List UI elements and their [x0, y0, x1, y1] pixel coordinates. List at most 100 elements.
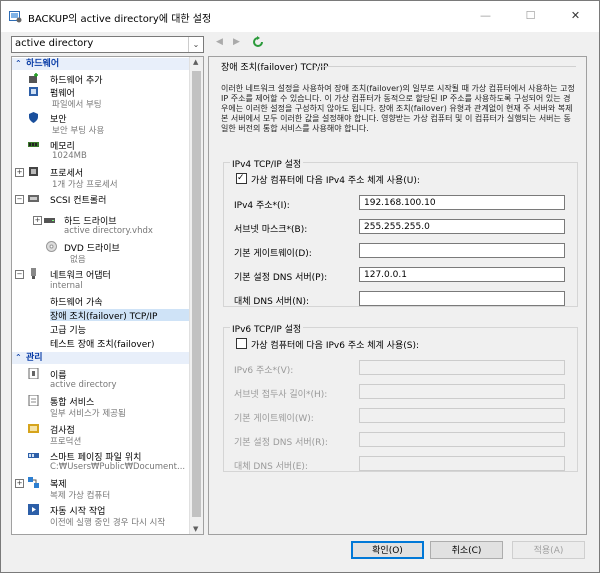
- settings-tree[interactable]: ⌃ 하드웨어 하드웨어 추가 펌웨어 파일에서 부팅 보안 보안 부팅 사용 메…: [11, 56, 204, 535]
- default-gateway-input[interactable]: [359, 243, 565, 258]
- ipv6-enable-label: 가상 컴퓨터에 다음 IPv6 주소 체계 사용(S):: [251, 341, 419, 351]
- ipv6-preferred-dns-input[interactable]: [359, 432, 565, 447]
- hard-drive-icon: [44, 218, 55, 223]
- cancel-button[interactable]: 취소(C): [430, 541, 503, 559]
- ipv6-group: IPv6 TCP/IP 설정 가상 컴퓨터에 다음 IPv6 주소 체계 사용(…: [223, 322, 578, 472]
- hardware-header-label: 하드웨어: [26, 59, 60, 69]
- scroll-up-icon[interactable]: ▲: [193, 58, 198, 66]
- tree-sub-processor: 1개 가상 프로세서: [52, 180, 118, 190]
- ok-button[interactable]: 확인(O): [351, 541, 424, 559]
- subnet-mask-input[interactable]: 255.255.255.0: [359, 219, 565, 234]
- refresh-icon[interactable]: [252, 36, 264, 48]
- ipv4-group: IPv4 TCP/IP 설정 가상 컴퓨터에 다음 IPv4 주소 체계 사용(…: [223, 157, 578, 307]
- ipv6-preferred-dns-label: 기본 설정 DNS 서버(R):: [234, 438, 328, 448]
- panel-title: 장애 조치(failover) TCP/IP: [221, 63, 329, 73]
- header-divider: [314, 66, 576, 67]
- processor-icon: [29, 167, 38, 176]
- scsi-controller-icon: [28, 195, 39, 202]
- tree-sub-integration-services: 일부 서비스가 제공됨: [50, 409, 126, 419]
- tree-item-failover-tcpip[interactable]: 장애 조치(failover) TCP/IP: [50, 309, 157, 322]
- tree-item-hardware-acceleration[interactable]: 하드웨어 가속: [50, 295, 103, 308]
- network-adapter-icon: [31, 268, 36, 279]
- tree-sub-hard-drive: active directory.vhdx: [64, 226, 153, 236]
- management-header-label: 관리: [26, 353, 43, 363]
- tree-item-add-hardware[interactable]: 하드웨어 추가: [50, 73, 103, 86]
- chevron-down-icon[interactable]: ⌄: [188, 37, 203, 52]
- tree-sub-replication: 복제 가상 컴퓨터: [50, 491, 111, 501]
- prefix-length-input[interactable]: [359, 384, 565, 399]
- replication-icon: [28, 477, 39, 488]
- tree-sub-smart-paging: C:₩Users₩Public₩Document...: [50, 462, 186, 472]
- ipv6-address-label: IPv6 주소*(V):: [234, 366, 294, 376]
- ipv6-group-title: IPv6 TCP/IP 설정: [230, 322, 304, 335]
- panel-header: 장애 조치(failover) TCP/IP: [209, 57, 586, 73]
- minimize-button[interactable]: —: [463, 1, 508, 31]
- ipv4-enable-label: 가상 컴퓨터에 다음 IPv4 주소 체계 사용(U):: [251, 176, 420, 186]
- tree-sub-checkpoints: 프로덕션: [50, 437, 82, 447]
- tree-scrollbar[interactable]: ▲ ▼: [189, 57, 203, 534]
- integration-services-icon: [28, 395, 39, 406]
- tree-scrollbar-thumb[interactable]: [192, 71, 201, 517]
- ipv4-enable-checkbox[interactable]: [236, 173, 247, 184]
- chevron-up-icon: ⌃: [15, 59, 22, 68]
- expand-replication-toggle[interactable]: +: [15, 479, 24, 488]
- tree-item-network-adapter[interactable]: 네트워크 어댑터: [50, 268, 111, 281]
- title-bar: BACKUP의 active directory에 대한 설정 — ☐ ✕: [1, 1, 599, 32]
- ipv6-address-input[interactable]: [359, 360, 565, 375]
- memory-icon: [28, 142, 39, 147]
- vm-select-value: active directory: [15, 38, 94, 49]
- expand-processor-toggle[interactable]: +: [15, 168, 24, 177]
- auto-start-icon: [28, 504, 39, 515]
- maximize-button[interactable]: ☐: [508, 1, 553, 31]
- tree-sub-firmware: 파일에서 부팅: [52, 100, 102, 110]
- ipv4-address-input[interactable]: 192.168.100.10: [359, 195, 565, 210]
- expand-hard-drive-toggle[interactable]: +: [33, 216, 42, 225]
- collapse-scsi-toggle[interactable]: −: [15, 195, 24, 204]
- subnet-mask-label: 서브넷 마스크*(B):: [234, 225, 308, 235]
- tree-item-test-failover[interactable]: 테스트 장애 조치(failover): [50, 337, 154, 350]
- vm-select-dropdown[interactable]: active directory ⌄: [11, 36, 204, 53]
- default-gateway-label: 기본 게이트웨이(D):: [234, 249, 312, 259]
- apply-button[interactable]: 적용(A): [512, 541, 585, 559]
- panel-description: 이러한 네트워크 설정을 사용하여 장애 조치(failover)의 일부로 시…: [221, 84, 575, 133]
- vm-settings-icon: [9, 11, 22, 23]
- forward-button[interactable]: ▶: [233, 37, 240, 47]
- scroll-down-icon[interactable]: ▼: [193, 525, 198, 533]
- ipv4-address-label: IPv4 주소*(I):: [234, 201, 290, 211]
- dvd-drive-icon: [46, 241, 57, 252]
- tree-item-scsi-controller[interactable]: SCSI 컨트롤러: [50, 193, 106, 206]
- close-button[interactable]: ✕: [553, 1, 598, 31]
- ipv6-alternate-dns-input[interactable]: [359, 456, 565, 471]
- firmware-icon: [29, 87, 38, 96]
- checkpoint-icon: [28, 424, 39, 433]
- ipv4-group-title: IPv4 TCP/IP 설정: [230, 157, 304, 170]
- alternate-dns-input[interactable]: [359, 291, 565, 306]
- tree-sub-network-adapter: internal: [50, 281, 83, 291]
- alternate-dns-label: 대체 DNS 서버(N):: [234, 297, 310, 307]
- smart-paging-icon: [28, 453, 39, 458]
- collapse-network-adapter-toggle[interactable]: −: [15, 270, 24, 279]
- management-section-header[interactable]: ⌃ 관리: [12, 352, 189, 364]
- settings-detail-panel: 장애 조치(failover) TCP/IP 이러한 네트워크 설정을 사용하여…: [208, 56, 587, 535]
- preferred-dns-label: 기본 설정 DNS 서버(P):: [234, 273, 328, 283]
- shield-icon: [29, 112, 38, 123]
- tree-sub-memory: 1024MB: [52, 151, 87, 161]
- ipv6-enable-checkbox[interactable]: [236, 338, 247, 349]
- tree-sub-auto-start: 이전에 실행 중인 경우 다시 시작: [50, 518, 166, 528]
- tree-sub-dvd-drive: 없음: [70, 255, 86, 265]
- ipv6-gateway-label: 기본 게이트웨이(W):: [234, 414, 314, 424]
- ipv6-gateway-input[interactable]: [359, 408, 565, 423]
- chevron-up-icon: ⌃: [15, 353, 22, 362]
- settings-window: BACKUP의 active directory에 대한 설정 — ☐ ✕ ac…: [0, 0, 600, 573]
- prefix-length-label: 서브넷 접두사 길이*(H):: [234, 390, 328, 400]
- tree-sub-security: 보안 부팅 사용: [52, 126, 105, 136]
- add-hardware-icon: [29, 73, 38, 83]
- back-button[interactable]: ◀: [216, 37, 223, 47]
- hardware-section-header[interactable]: ⌃ 하드웨어: [12, 58, 189, 70]
- tree-item-advanced-features[interactable]: 고급 기능: [50, 323, 86, 336]
- preferred-dns-input[interactable]: 127.0.0.1: [359, 267, 565, 282]
- ipv6-alternate-dns-label: 대체 DNS 서버(E):: [234, 462, 308, 472]
- tree-sub-name: active directory: [50, 380, 117, 390]
- name-icon: [28, 368, 39, 379]
- window-title: BACKUP의 active directory에 대한 설정: [28, 14, 212, 25]
